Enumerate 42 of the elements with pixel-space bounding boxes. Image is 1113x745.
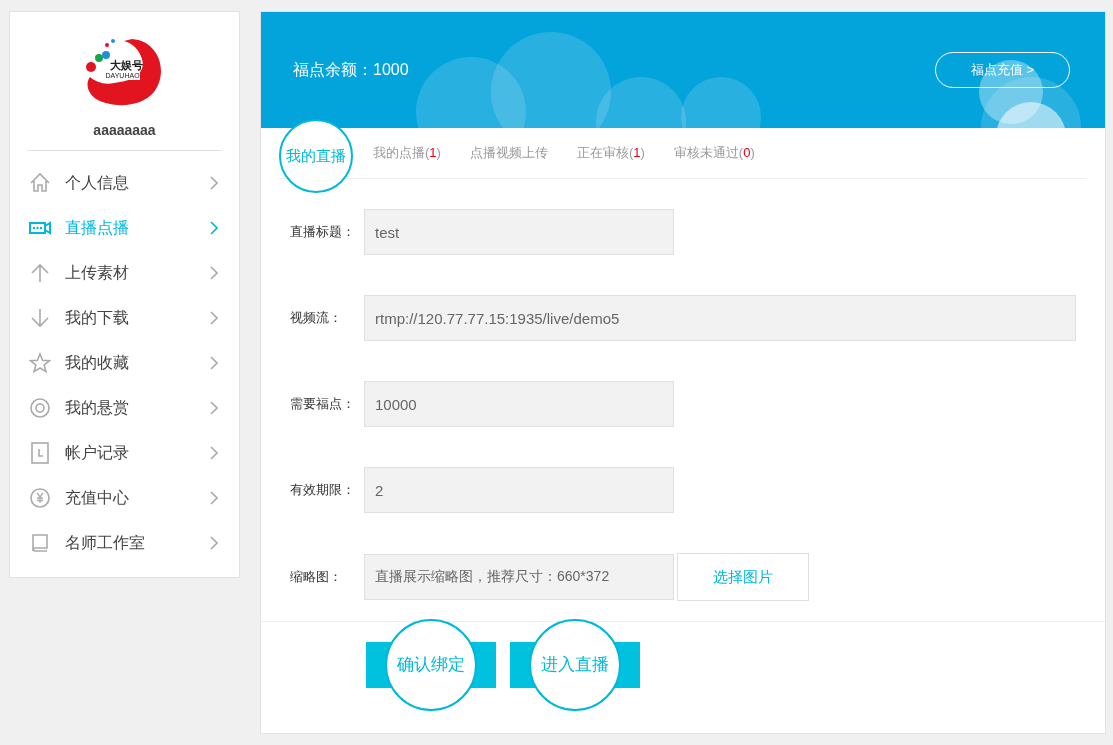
document-icon: [29, 441, 51, 464]
input-field[interactable]: rtmp://120.77.77.15:1935/live/demo5: [364, 295, 1076, 341]
sidebar-item[interactable]: 名师工作室: [27, 520, 222, 565]
chevron-icon: [210, 355, 218, 370]
book-icon: [29, 531, 51, 554]
balance-text: 福点余额：1000: [293, 60, 409, 80]
logo-title: 大娱号: [109, 59, 143, 71]
sidebar-item[interactable]: 我的下载: [27, 295, 222, 340]
up-arrow-icon: [29, 261, 51, 284]
chevron-icon: [210, 400, 218, 415]
username: aaaaaaaa: [93, 122, 156, 138]
field-label: 有效期限：: [290, 481, 356, 500]
input-field[interactable]: test: [364, 209, 674, 255]
sidebar-item[interactable]: 我的收藏: [27, 340, 222, 385]
home-icon: [29, 171, 51, 194]
chevron-icon: [210, 490, 218, 505]
chevron-icon: [210, 535, 218, 550]
tab[interactable]: 正在审核(1): [576, 143, 645, 163]
chevron-icon: [210, 220, 218, 235]
field-label: 需要福点：: [290, 395, 356, 414]
chevron-icon: [210, 310, 218, 325]
chevron-icon: [210, 445, 218, 460]
sidebar-item[interactable]: 充值中心: [27, 475, 222, 520]
field-label: 直播标题：: [290, 223, 356, 242]
tab[interactable]: 审核未通过(0): [673, 143, 755, 163]
input-field[interactable]: 2: [364, 467, 674, 513]
chevron-icon: [210, 175, 218, 190]
input-field[interactable]: 10000: [364, 381, 674, 427]
tab[interactable]: 点播视频上传: [469, 143, 548, 163]
tab[interactable]: 我的点播(1): [373, 143, 441, 163]
target-icon: [29, 396, 51, 419]
sidebar-item[interactable]: 我的悬赏: [27, 385, 222, 430]
yen-icon: [29, 486, 51, 509]
field-label: 缩略图：: [290, 568, 343, 587]
chevron-icon: [210, 265, 218, 280]
sidebar-item[interactable]: 个人信息: [27, 160, 222, 205]
thumbnail-field[interactable]: 直播展示缩略图，推荐尺寸：660*372: [364, 554, 674, 600]
star-icon: [29, 351, 51, 374]
down-arrow-icon: [29, 306, 51, 329]
sidebar-item[interactable]: 上传素材: [27, 250, 222, 295]
sidebar-item[interactable]: 帐户记录: [27, 430, 222, 475]
field-label: 视频流：: [290, 309, 343, 328]
